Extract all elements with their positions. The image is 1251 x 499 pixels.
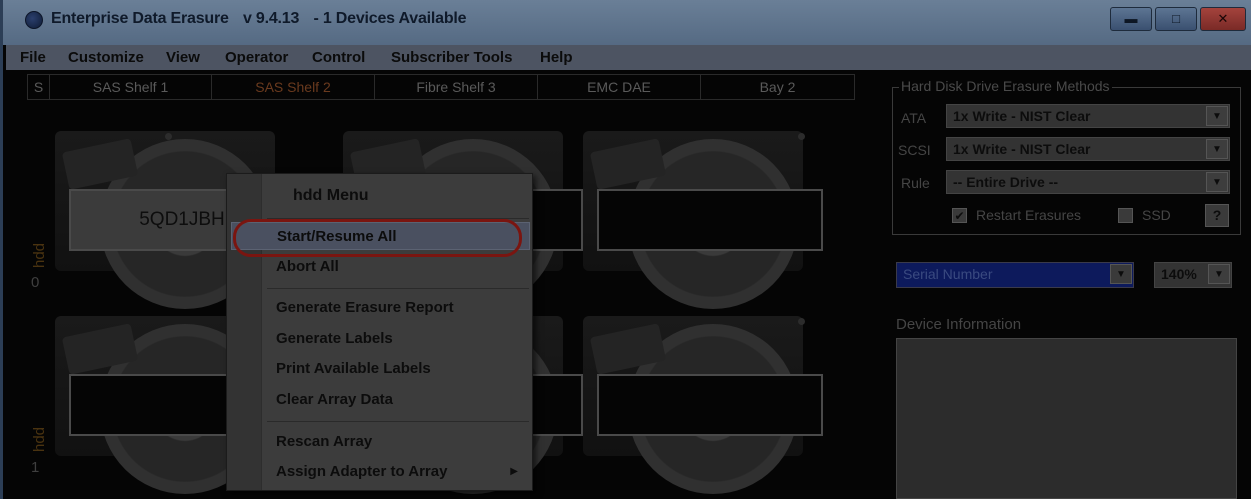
tab-bay-2[interactable]: Bay 2 — [701, 75, 854, 99]
rule-label: Rule — [901, 175, 930, 191]
display-field-select[interactable]: Serial Number ▼ — [896, 262, 1134, 288]
device-information-box — [896, 338, 1237, 499]
drive-label-box — [597, 189, 823, 251]
maximize-button[interactable]: □ — [1155, 7, 1197, 31]
menu-separator — [267, 288, 529, 289]
ata-method-select[interactable]: 1x Write - NIST Clear ▼ — [946, 104, 1230, 128]
menu-item-print-available-labels[interactable]: Print Available Labels — [231, 355, 530, 383]
context-menu-header: hdd Menu — [293, 187, 369, 204]
help-button[interactable]: ? — [1205, 204, 1229, 227]
menu-subscriber-tools[interactable]: Subscriber Tools — [391, 49, 512, 66]
drive-slot[interactable] — [573, 115, 823, 309]
menu-item-start-resume-all[interactable]: Start/Resume All — [231, 222, 530, 250]
scsi-method-value: 1x Write - NIST Clear — [953, 141, 1091, 157]
devices-available-status: - 1 Devices Available — [313, 10, 467, 27]
zoom-value: 140% — [1161, 266, 1197, 282]
close-button[interactable]: ✕ — [1200, 7, 1246, 31]
menu-bar: File Customize View Operator Control Sub… — [6, 45, 1251, 70]
restart-erasures-label: Restart Erasures — [976, 207, 1082, 223]
drive-label-box — [597, 374, 823, 436]
display-field-value: Serial Number — [903, 266, 993, 282]
chevron-down-icon: ▼ — [1110, 264, 1132, 284]
rule-value: -- Entire Drive -- — [953, 174, 1059, 190]
menu-item-rescan-array[interactable]: Rescan Array — [231, 428, 530, 456]
menu-item-generate-labels[interactable]: Generate Labels — [231, 325, 530, 353]
tab-emc-dae[interactable]: EMC DAE — [538, 75, 701, 99]
app-version: v 9.4.13 — [242, 10, 300, 27]
rule-select[interactable]: -- Entire Drive -- ▼ — [946, 170, 1230, 194]
menu-item-assign-adapter-to-array[interactable]: Assign Adapter to Array ▶ — [231, 458, 530, 486]
scsi-label: SCSI — [898, 142, 931, 158]
ssd-checkbox[interactable] — [1118, 208, 1133, 223]
app-logo-icon — [25, 11, 43, 29]
application-window: Enterprise Data Erasure v 9.4.13 - 1 Dev… — [0, 0, 1251, 499]
restart-erasures-checkbox[interactable]: ✔ — [952, 208, 967, 223]
menu-customize[interactable]: Customize — [68, 49, 144, 66]
erasure-methods-title: Hard Disk Drive Erasure Methods — [899, 78, 1112, 94]
row-1-index-label: 1 — [31, 459, 40, 476]
zoom-select[interactable]: 140% ▼ — [1154, 262, 1232, 288]
menu-control[interactable]: Control — [312, 49, 365, 66]
drive-slot[interactable] — [573, 300, 823, 494]
tab-sas-shelf-2[interactable]: SAS Shelf 2 — [212, 75, 375, 99]
chevron-down-icon: ▼ — [1208, 264, 1230, 284]
chevron-down-icon: ▼ — [1206, 172, 1228, 192]
menu-item-generate-erasure-report[interactable]: Generate Erasure Report — [231, 294, 530, 322]
menu-help[interactable]: Help — [540, 49, 573, 66]
ssd-label: SSD — [1142, 207, 1171, 223]
ata-label: ATA — [901, 110, 927, 126]
shelf-tabs: S SAS Shelf 1 SAS Shelf 2 Fibre Shelf 3 … — [27, 74, 855, 100]
title-bar: Enterprise Data Erasure v 9.4.13 - 1 Dev… — [3, 0, 1251, 45]
tab-s[interactable]: S — [28, 75, 50, 99]
tab-fibre-shelf-3[interactable]: Fibre Shelf 3 — [375, 75, 538, 99]
menu-separator — [267, 421, 529, 422]
menu-operator[interactable]: Operator — [225, 49, 288, 66]
app-name: Enterprise Data Erasure — [51, 10, 229, 27]
window-title: Enterprise Data Erasure v 9.4.13 - 1 Dev… — [51, 10, 476, 28]
menu-item-abort-all[interactable]: Abort All — [231, 253, 530, 281]
minimize-button[interactable]: ▬ — [1110, 7, 1152, 31]
device-information-label: Device Information — [896, 316, 1022, 333]
menu-item-clear-array-data[interactable]: Clear Array Data — [231, 386, 530, 414]
menu-view[interactable]: View — [166, 49, 200, 66]
menu-item-label: Assign Adapter to Array — [276, 463, 448, 480]
chevron-down-icon: ▼ — [1206, 139, 1228, 159]
scsi-method-select[interactable]: 1x Write - NIST Clear ▼ — [946, 137, 1230, 161]
menu-file[interactable]: File — [20, 49, 46, 66]
chevron-down-icon: ▼ — [1206, 106, 1228, 126]
ata-method-value: 1x Write - NIST Clear — [953, 108, 1091, 124]
hdd-context-menu: hdd Menu Start/Resume All Abort All Gene… — [226, 173, 533, 491]
submenu-arrow-icon: ▶ — [510, 466, 518, 477]
tab-sas-shelf-1[interactable]: SAS Shelf 1 — [50, 75, 212, 99]
row-0-index-label: 0 — [31, 274, 40, 291]
menu-separator — [267, 218, 529, 219]
